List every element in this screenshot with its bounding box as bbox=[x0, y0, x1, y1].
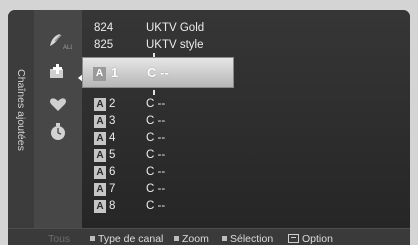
option-hint[interactable]: Option bbox=[288, 233, 333, 245]
heart-icon[interactable] bbox=[34, 93, 82, 119]
channel-number: 1 bbox=[111, 65, 119, 80]
select-hint[interactable]: Sélection bbox=[222, 233, 273, 245]
channel-number: 3 bbox=[109, 115, 116, 127]
list-item[interactable]: A 7 C -- bbox=[82, 181, 410, 199]
analog-badge: A bbox=[94, 183, 106, 196]
channel-name: C -- bbox=[147, 65, 169, 80]
satellite-icon[interactable]: ALL bbox=[34, 30, 82, 56]
side-tab[interactable]: Chaînes ajoutées bbox=[8, 10, 34, 228]
channel-name: C -- bbox=[146, 98, 166, 110]
square-button-icon bbox=[174, 236, 179, 241]
channel-name: C -- bbox=[146, 200, 166, 212]
bottom-help-bar: Tous Type de canal Zoom Sélection Option bbox=[8, 228, 410, 245]
channel-name: C -- bbox=[146, 166, 166, 178]
channel-name: C -- bbox=[146, 115, 166, 127]
list-item[interactable]: 824 UKTV Gold bbox=[82, 20, 410, 38]
channel-name: UKTV style bbox=[146, 39, 204, 51]
option-label: Option bbox=[302, 233, 333, 245]
list-item[interactable]: A 3 C -- bbox=[82, 113, 410, 131]
category-icon-column: ALL bbox=[34, 10, 82, 228]
square-button-icon bbox=[222, 236, 227, 241]
list-item[interactable]: 825 UKTV style bbox=[82, 37, 410, 55]
analog-badge: A bbox=[94, 200, 106, 213]
analog-badge: A bbox=[94, 115, 106, 128]
channel-name: C -- bbox=[146, 132, 166, 144]
svg-text:ALL: ALL bbox=[63, 45, 72, 51]
zoom-label: Zoom bbox=[182, 233, 209, 245]
channel-type-hint[interactable]: Type de canal bbox=[90, 233, 163, 245]
channel-name: UKTV Gold bbox=[146, 22, 205, 34]
channel-name: C -- bbox=[146, 149, 166, 161]
channel-number: 8 bbox=[109, 200, 116, 212]
list-item[interactable]: A 8 C -- bbox=[82, 198, 410, 216]
side-tab-label: Chaînes ajoutées bbox=[15, 69, 27, 151]
channel-number: 824 bbox=[94, 22, 114, 34]
scroll-tick-icon bbox=[153, 90, 155, 95]
analog-badge: A bbox=[94, 166, 106, 179]
channel-type-label: Type de canal bbox=[98, 233, 164, 245]
list-item[interactable]: A 5 C -- bbox=[82, 147, 410, 165]
add-channel-icon[interactable] bbox=[34, 61, 82, 87]
analog-badge: A bbox=[94, 132, 106, 145]
tools-icon bbox=[288, 234, 299, 243]
analog-badge: A bbox=[94, 149, 106, 162]
analog-badge: A bbox=[94, 98, 106, 111]
clock-icon[interactable] bbox=[34, 121, 82, 147]
select-label: Sélection bbox=[230, 233, 274, 245]
list-item[interactable]: A 4 C -- bbox=[82, 130, 410, 148]
channel-list-panel: Chaînes ajoutées ALL bbox=[8, 10, 410, 245]
channel-number: 825 bbox=[94, 39, 114, 51]
channel-number: 6 bbox=[109, 166, 116, 178]
list-item[interactable]: A 6 C -- bbox=[82, 164, 410, 182]
channel-number: 4 bbox=[109, 132, 116, 144]
channel-number: 2 bbox=[109, 98, 116, 110]
channel-list: 824 UKTV Gold 825 UKTV style A 1 C -- A … bbox=[82, 10, 410, 228]
channel-number: 7 bbox=[109, 183, 116, 195]
zoom-hint[interactable]: Zoom bbox=[174, 233, 209, 245]
channel-name: C -- bbox=[146, 183, 166, 195]
list-item[interactable]: A 2 C -- bbox=[82, 96, 410, 114]
all-hint[interactable]: Tous bbox=[48, 233, 70, 245]
selected-channel-row[interactable]: A 1 C -- bbox=[82, 57, 234, 88]
channel-number: 5 bbox=[109, 149, 116, 161]
analog-badge: A bbox=[93, 67, 106, 81]
square-button-icon bbox=[90, 236, 95, 241]
